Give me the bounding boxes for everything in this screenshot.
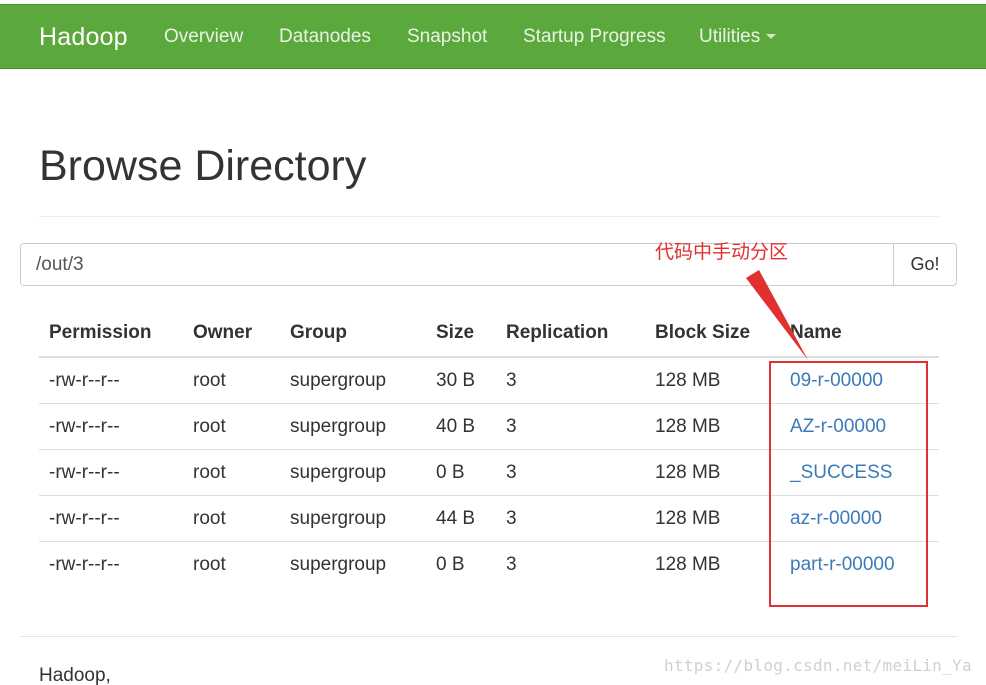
page: Hadoop Overview Datanodes Snapshot Start…: [0, 0, 986, 685]
cell-group: supergroup: [290, 416, 387, 437]
cell-size: 30 B: [436, 370, 476, 391]
divider: [39, 216, 939, 217]
cell-group: supergroup: [290, 462, 387, 483]
cell-size: 0 B: [436, 462, 465, 483]
nav-overview[interactable]: Overview: [164, 26, 243, 48]
nav-utilities-label: Utilities: [699, 26, 761, 47]
annotation-highlight-box: [769, 361, 928, 607]
cell-permission: -rw-r--r--: [49, 462, 120, 483]
cell-block-size: 128 MB: [655, 508, 721, 529]
cell-size: 0 B: [436, 554, 465, 575]
page-title: Browse Directory: [39, 142, 367, 190]
path-form: Go!: [20, 243, 957, 286]
nav-snapshot[interactable]: Snapshot: [407, 26, 487, 48]
cell-replication: 3: [506, 416, 517, 437]
cell-replication: 3: [506, 462, 517, 483]
caret-down-icon: [766, 34, 777, 40]
cell-permission: -rw-r--r--: [49, 508, 120, 529]
cell-block-size: 128 MB: [655, 370, 721, 391]
cell-group: supergroup: [290, 508, 387, 529]
cell-block-size: 128 MB: [655, 554, 721, 575]
cell-owner: root: [193, 416, 226, 437]
col-replication[interactable]: Replication: [506, 322, 608, 344]
cell-size: 44 B: [436, 508, 476, 529]
go-button[interactable]: Go!: [893, 244, 956, 285]
col-permission[interactable]: Permission: [49, 322, 151, 344]
navbar: Hadoop Overview Datanodes Snapshot Start…: [0, 4, 986, 69]
cell-owner: root: [193, 370, 226, 391]
cell-permission: -rw-r--r--: [49, 554, 120, 575]
header-divider: [39, 356, 939, 358]
cell-group: supergroup: [290, 554, 387, 575]
cell-permission: -rw-r--r--: [49, 370, 120, 391]
cell-group: supergroup: [290, 370, 387, 391]
cell-block-size: 128 MB: [655, 462, 721, 483]
brand-link[interactable]: Hadoop: [39, 23, 128, 52]
cell-owner: root: [193, 508, 226, 529]
cell-replication: 3: [506, 508, 517, 529]
col-name[interactable]: Name: [790, 322, 842, 344]
cell-replication: 3: [506, 554, 517, 575]
cell-permission: -rw-r--r--: [49, 416, 120, 437]
cell-owner: root: [193, 554, 226, 575]
col-size[interactable]: Size: [436, 322, 474, 344]
cell-size: 40 B: [436, 416, 476, 437]
col-block-size[interactable]: Block Size: [655, 322, 750, 344]
footer-divider: [20, 636, 957, 637]
nav-utilities[interactable]: Utilities: [699, 26, 777, 48]
cell-replication: 3: [506, 370, 517, 391]
annotation-text: 代码中手动分区: [655, 241, 789, 263]
cell-owner: root: [193, 462, 226, 483]
cell-block-size: 128 MB: [655, 416, 721, 437]
col-group[interactable]: Group: [290, 322, 347, 344]
nav-datanodes[interactable]: Datanodes: [279, 26, 371, 48]
footer-text: Hadoop,: [39, 665, 111, 685]
watermark: https://blog.csdn.net/meiLin_Ya: [664, 656, 972, 675]
col-owner[interactable]: Owner: [193, 322, 252, 344]
nav-startup-progress[interactable]: Startup Progress: [523, 26, 666, 48]
